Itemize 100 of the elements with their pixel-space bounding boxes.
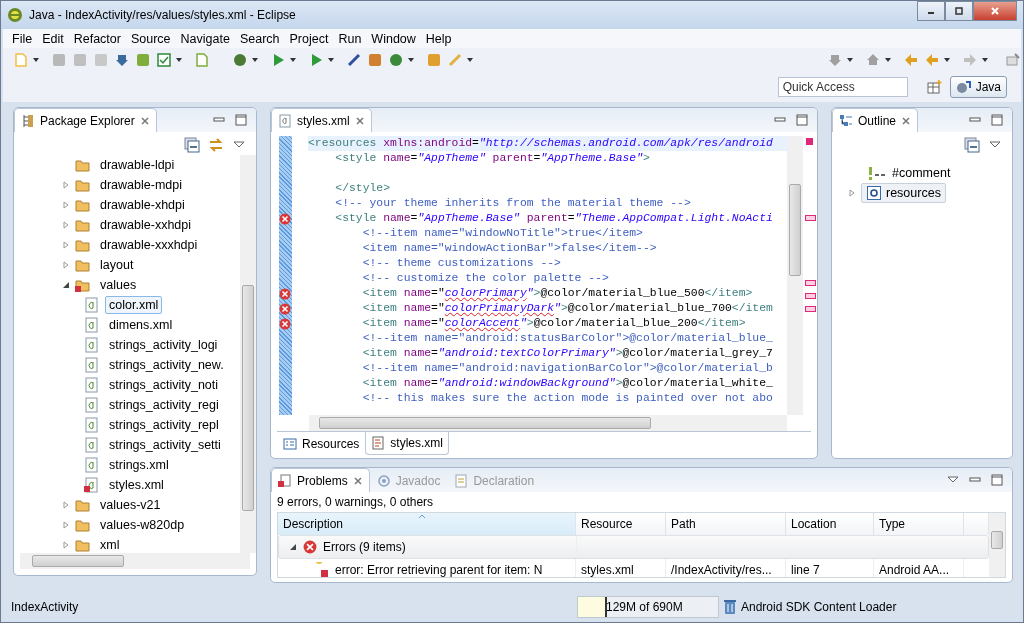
close-icon[interactable] xyxy=(901,115,912,126)
horizontal-scrollbar[interactable] xyxy=(20,553,250,569)
tree-item[interactable]: strings_activity_repl xyxy=(105,416,223,434)
expanded-arrow-icon[interactable] xyxy=(289,543,297,551)
maximize-button[interactable] xyxy=(945,1,973,21)
group-row[interactable]: Errors (9 items) xyxy=(278,535,989,559)
editor-page-tab[interactable]: Resources xyxy=(277,432,366,456)
tree-item[interactable]: color.xml xyxy=(105,296,163,314)
error-status-marker[interactable] xyxy=(806,138,813,145)
collapsed-arrow-icon[interactable] xyxy=(62,501,70,509)
pin-editor-icon[interactable] xyxy=(1005,52,1021,68)
collapsed-arrow-icon[interactable] xyxy=(62,181,70,189)
collapsed-arrow-icon[interactable] xyxy=(62,201,70,209)
caret-icon[interactable] xyxy=(943,56,951,64)
save-icon[interactable] xyxy=(51,52,67,68)
pin-icon[interactable] xyxy=(346,52,362,68)
caret-icon[interactable] xyxy=(327,56,335,64)
tree-item[interactable]: layout xyxy=(96,256,138,274)
collapsed-arrow-icon[interactable] xyxy=(62,241,70,249)
collapsed-arrow-icon[interactable] xyxy=(62,521,70,529)
view-tab[interactable]: Problems xyxy=(271,468,370,492)
android-device-icon[interactable] xyxy=(135,52,151,68)
tree-item[interactable]: xml xyxy=(96,536,124,553)
caret-icon[interactable] xyxy=(466,56,474,64)
folder-icon[interactable] xyxy=(426,52,442,68)
column-header[interactable]: Path xyxy=(666,513,786,535)
menu-item[interactable]: Refactor xyxy=(68,31,126,46)
outline-item[interactable]: resources xyxy=(861,183,946,203)
tree-item[interactable]: drawable-xhdpi xyxy=(96,196,189,214)
vertical-scrollbar[interactable] xyxy=(787,136,803,415)
column-header[interactable]: Location xyxy=(786,513,874,535)
menu-item[interactable]: Run xyxy=(333,31,367,46)
collapse-all-icon[interactable] xyxy=(964,137,980,153)
tree-item[interactable]: dimens.xml xyxy=(105,316,177,334)
tree-item[interactable]: drawable-mdpi xyxy=(96,176,186,194)
minimize-button[interactable] xyxy=(917,1,945,21)
maximize-icon[interactable] xyxy=(234,113,248,127)
column-header[interactable]: Resource xyxy=(576,513,666,535)
tree-item[interactable]: drawable-xxxhdpi xyxy=(96,236,202,254)
menu-item[interactable]: Navigate xyxy=(175,31,235,46)
error-marker[interactable] xyxy=(805,306,816,312)
tree-item[interactable]: strings_activity_noti xyxy=(105,376,223,394)
vertical-scrollbar[interactable] xyxy=(989,513,1005,577)
tree-item[interactable]: values xyxy=(96,276,141,294)
menu-item[interactable]: Project xyxy=(284,31,334,46)
java-perspective-button[interactable]: Java xyxy=(949,76,1007,98)
quick-access-field[interactable]: Quick Access xyxy=(777,77,908,97)
caret-icon[interactable] xyxy=(175,56,183,64)
menu-item[interactable]: Edit xyxy=(37,31,69,46)
menu-item[interactable]: Help xyxy=(420,31,457,46)
outline-tab[interactable]: Outline xyxy=(832,108,919,132)
menu-item[interactable]: Window xyxy=(366,31,421,46)
collapsed-arrow-icon[interactable] xyxy=(848,189,856,197)
caret-icon[interactable] xyxy=(884,56,892,64)
menu-item[interactable]: Source xyxy=(125,31,176,46)
tree-item[interactable]: values-w820dp xyxy=(96,516,189,534)
group-label[interactable]: Errors (9 items) xyxy=(323,540,406,554)
expanded-arrow-icon[interactable] xyxy=(62,281,70,289)
caret-icon[interactable] xyxy=(289,56,297,64)
menu-item[interactable]: File xyxy=(7,31,38,46)
collapsed-arrow-icon[interactable] xyxy=(62,221,70,229)
menu-item[interactable]: Search xyxy=(234,31,285,46)
caret-icon[interactable] xyxy=(846,56,854,64)
refresh-icon[interactable] xyxy=(388,52,404,68)
download-icon[interactable] xyxy=(114,52,130,68)
collapse-all-icon[interactable] xyxy=(184,137,200,153)
column-header[interactable]: Description xyxy=(278,513,576,535)
error-marker[interactable] xyxy=(805,280,816,286)
outline-item[interactable]: #comment xyxy=(861,163,956,183)
tree-item[interactable]: values-v21 xyxy=(96,496,165,514)
maximize-icon[interactable] xyxy=(990,473,1004,487)
last-edit-icon[interactable] xyxy=(903,52,919,68)
editor-page-tab[interactable]: styles.xml xyxy=(365,432,450,455)
package-explorer-tab[interactable]: Package Explorer xyxy=(14,108,157,132)
caret-icon[interactable] xyxy=(251,56,259,64)
close-icon[interactable] xyxy=(352,475,363,486)
link-arrows-icon[interactable] xyxy=(208,137,224,153)
error-marker[interactable] xyxy=(805,293,816,299)
grid-icon[interactable] xyxy=(367,52,383,68)
tree-item[interactable]: strings_activity_regi xyxy=(105,396,223,414)
tree-item[interactable]: strings_activity_logi xyxy=(105,336,222,354)
tree-item[interactable]: strings_activity_setti xyxy=(105,436,225,454)
column-header[interactable]: Type xyxy=(874,513,964,535)
tree-item[interactable]: styles.xml xyxy=(105,476,168,494)
close-icon[interactable] xyxy=(139,115,150,126)
tree-item[interactable]: strings.xml xyxy=(105,456,173,474)
horizontal-scrollbar[interactable] xyxy=(309,415,787,431)
collapsed-arrow-icon[interactable] xyxy=(62,541,70,549)
caret-icon[interactable] xyxy=(981,56,989,64)
bug-icon[interactable] xyxy=(232,52,248,68)
new-file-icon[interactable] xyxy=(194,52,210,68)
trash-icon[interactable] xyxy=(722,599,738,615)
caret-icon[interactable] xyxy=(407,56,415,64)
tree-item[interactable]: drawable-ldpi xyxy=(96,156,179,174)
maximize-icon[interactable] xyxy=(990,113,1004,127)
tree-item[interactable]: strings_activity_new. xyxy=(105,356,228,374)
tree-item[interactable]: drawable-xxhdpi xyxy=(96,216,196,234)
maximize-icon[interactable] xyxy=(795,113,809,127)
open-perspective-icon[interactable] xyxy=(925,79,942,95)
editor-tab[interactable]: styles.xml xyxy=(271,108,372,132)
